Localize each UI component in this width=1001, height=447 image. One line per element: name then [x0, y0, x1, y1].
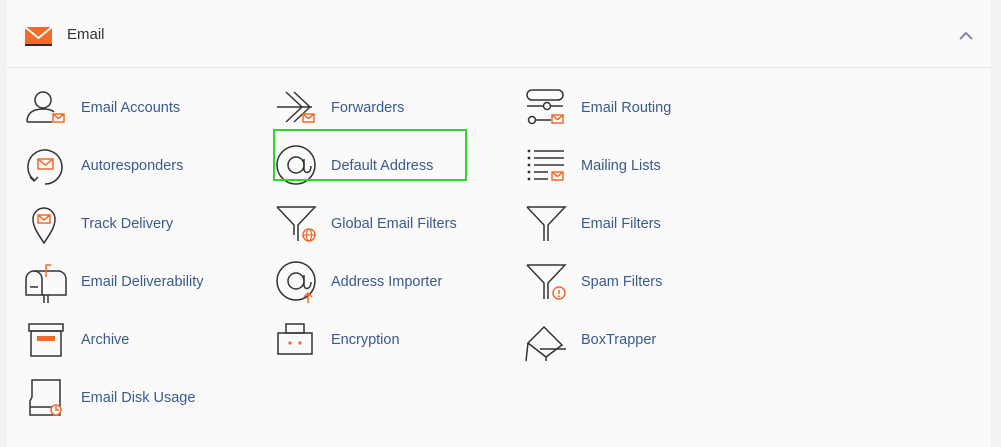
email-accounts-icon — [26, 91, 65, 123]
spam-filter-icon — [526, 264, 567, 300]
global-filter-icon — [276, 206, 317, 242]
autoresponders-icon — [27, 149, 63, 185]
default-address-label: Default Address — [331, 158, 434, 174]
archive-label: Archive — [81, 332, 130, 348]
chevron-up-icon[interactable] — [957, 27, 975, 45]
address-importer-label: Address Importer — [331, 274, 443, 290]
encryption-label: Encryption — [331, 332, 400, 348]
boxtrapper-icon — [525, 325, 566, 362]
mailing-lists-icon — [527, 149, 564, 181]
encryption-icon — [277, 323, 313, 355]
global-email-filters-label: Global Email Filters — [331, 216, 457, 232]
forwarders-label: Forwarders — [331, 100, 405, 116]
address-importer-icon — [276, 261, 316, 303]
section-title: Email — [67, 26, 105, 43]
mailing-lists-label: Mailing Lists — [581, 158, 661, 174]
disk-usage-icon — [29, 379, 62, 416]
section-header[interactable]: Email — [7, 0, 991, 68]
archive-box-icon — [28, 323, 64, 357]
autoresponders-label: Autoresponders — [81, 158, 184, 174]
boxtrapper-label: BoxTrapper — [581, 332, 657, 348]
forwarders-icon — [277, 91, 315, 123]
spam-filters-label: Spam Filters — [581, 274, 663, 290]
email-routing-label: Email Routing — [581, 100, 672, 116]
track-delivery-label: Track Delivery — [81, 216, 174, 232]
email-deliverability-label: Email Deliverability — [81, 274, 204, 290]
envelope-icon — [24, 26, 53, 46]
email-routing-icon — [526, 89, 564, 125]
email-section-panel: Email Email Accounts Autoresponders Trac… — [7, 0, 991, 447]
email-disk-usage-label: Email Disk Usage — [81, 390, 196, 406]
mailbox-icon — [25, 264, 67, 303]
at-sign-icon — [276, 145, 316, 185]
email-accounts-label: Email Accounts — [81, 100, 181, 116]
filter-funnel-icon — [526, 206, 567, 241]
email-filters-label: Email Filters — [581, 216, 661, 232]
track-delivery-icon — [32, 207, 56, 245]
